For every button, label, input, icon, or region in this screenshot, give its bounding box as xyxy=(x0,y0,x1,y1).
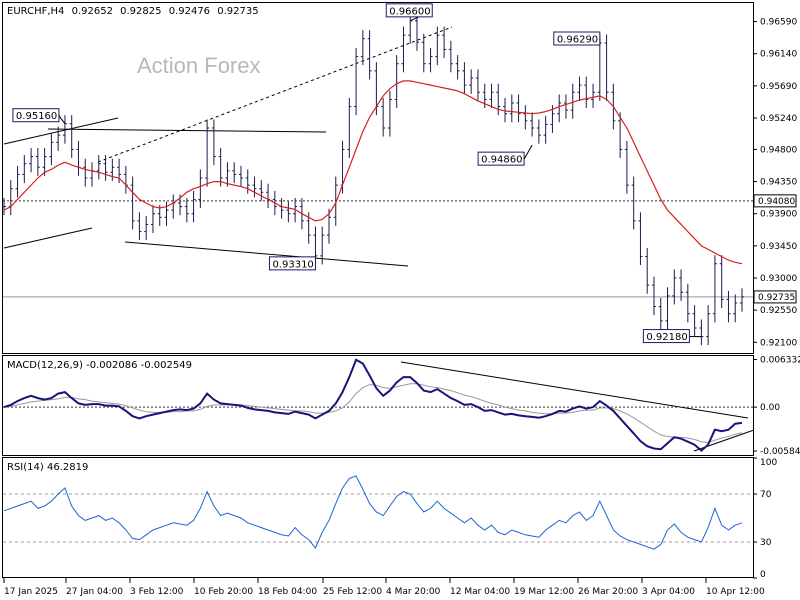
annotation-label: 0.96290 xyxy=(557,35,598,46)
annotation-label: 0.93310 xyxy=(272,259,313,270)
macd-signal-line xyxy=(3,383,743,444)
x-tick-label: 18 Feb 04:00 xyxy=(258,587,317,597)
price-panel-frame xyxy=(2,2,754,354)
rsi-y-tick-label: 70 xyxy=(760,490,772,500)
x-tick-label: 19 Mar 12:00 xyxy=(514,587,574,597)
price-layer: 0.95160 0.96600 0.96290 0.94860 0.93310 0.921… xyxy=(2,3,753,346)
price-y-tick-label: 0.94800 xyxy=(760,145,797,155)
macd-y-tick-label: 0.00 xyxy=(760,403,780,413)
x-tick-label: 17 Jan 2025 xyxy=(4,587,58,597)
annotation-leader xyxy=(523,144,533,160)
annotation-label: 0.95160 xyxy=(16,111,57,122)
annotation-label: 0.92180 xyxy=(646,332,687,343)
watermark-text: Action Forex xyxy=(137,53,261,78)
dashed-trend-line xyxy=(97,26,453,163)
symbol-name: EURCHF,H4 xyxy=(7,6,64,17)
macd-y-tick-label: -0.005845 xyxy=(760,447,800,457)
price-y-tick-label: 0.95240 xyxy=(760,114,797,124)
annotation-label: 0.96600 xyxy=(389,6,430,17)
macd-title: MACD(12,26,9) -0.002086 -0.002549 xyxy=(7,360,192,371)
resistance-line xyxy=(47,128,327,133)
rsi-y-tick-label: 0 xyxy=(760,570,766,580)
macd-main-line xyxy=(3,358,743,453)
support-line xyxy=(124,241,409,267)
rsi-y-tick-label: 100 xyxy=(760,458,777,468)
annotation-leader xyxy=(58,115,66,125)
price-marker-label: 0.94080 xyxy=(758,197,795,207)
price-y-tick-label: 0.96590 xyxy=(760,18,797,28)
macd-y-tick-label: 0.006332 xyxy=(760,356,800,366)
macd-layer xyxy=(3,358,753,453)
x-tick-label: 3 Feb 12:00 xyxy=(130,587,184,597)
x-tick-label: 12 Mar 04:00 xyxy=(450,587,510,597)
price-y-tick-label: 0.93900 xyxy=(760,210,797,220)
macd-resistance-line xyxy=(400,361,749,419)
x-tick-label: 27 Jan 04:00 xyxy=(66,587,123,597)
ohlc-open: 0.92652 xyxy=(72,6,113,17)
rsi-line xyxy=(3,475,743,550)
x-tick-label: 26 Mar 20:00 xyxy=(578,587,638,597)
trendlines xyxy=(3,26,755,452)
x-tick-label: 3 Apr 04:00 xyxy=(642,587,695,597)
eurchf-chart[interactable]: Action Forex EURCHF,H4 0.92652 0.92825 0… xyxy=(0,0,800,600)
x-tick-label: 10 Feb 20:00 xyxy=(194,587,253,597)
axis-layer: 0.96590 0.96140 0.95690 0.95240 0.94800 0.943… xyxy=(3,18,800,597)
symbol-title: EURCHF,H4 0.92652 0.92825 0.92476 0.9273… xyxy=(7,6,259,17)
ohlc-high: 0.92825 xyxy=(120,6,161,17)
rsi-panel-frame xyxy=(2,457,754,578)
channel-lower-line xyxy=(3,227,93,249)
x-tick-label: 4 Mar 20:00 xyxy=(386,587,441,597)
price-y-tick-label: 0.92100 xyxy=(760,338,797,348)
price-y-tick-label: 0.94350 xyxy=(760,178,797,188)
moving-average-line xyxy=(3,80,743,265)
panel-frames xyxy=(2,2,754,578)
rsi-y-tick-label: 30 xyxy=(760,538,772,548)
price-y-tick-label: 0.92550 xyxy=(760,306,797,316)
price-y-tick-label: 0.93000 xyxy=(760,274,797,284)
x-tick-label: 25 Feb 12:00 xyxy=(323,587,382,597)
ohlc-close: 0.92735 xyxy=(217,6,258,17)
price-y-tick-label: 0.96140 xyxy=(760,50,797,60)
rsi-layer xyxy=(3,475,753,550)
x-tick-label: 10 Apr 12:00 xyxy=(706,587,765,597)
price-y-tick-label: 0.95690 xyxy=(760,82,797,92)
macd-support-line xyxy=(693,429,755,452)
ohlc-low: 0.92476 xyxy=(169,6,210,17)
price-y-tick-label: 0.93450 xyxy=(760,242,797,252)
price-marker-label: 0.92735 xyxy=(758,293,795,303)
annotation-label: 0.94860 xyxy=(481,155,522,166)
rsi-title: RSI(14) 46.2819 xyxy=(7,462,88,473)
